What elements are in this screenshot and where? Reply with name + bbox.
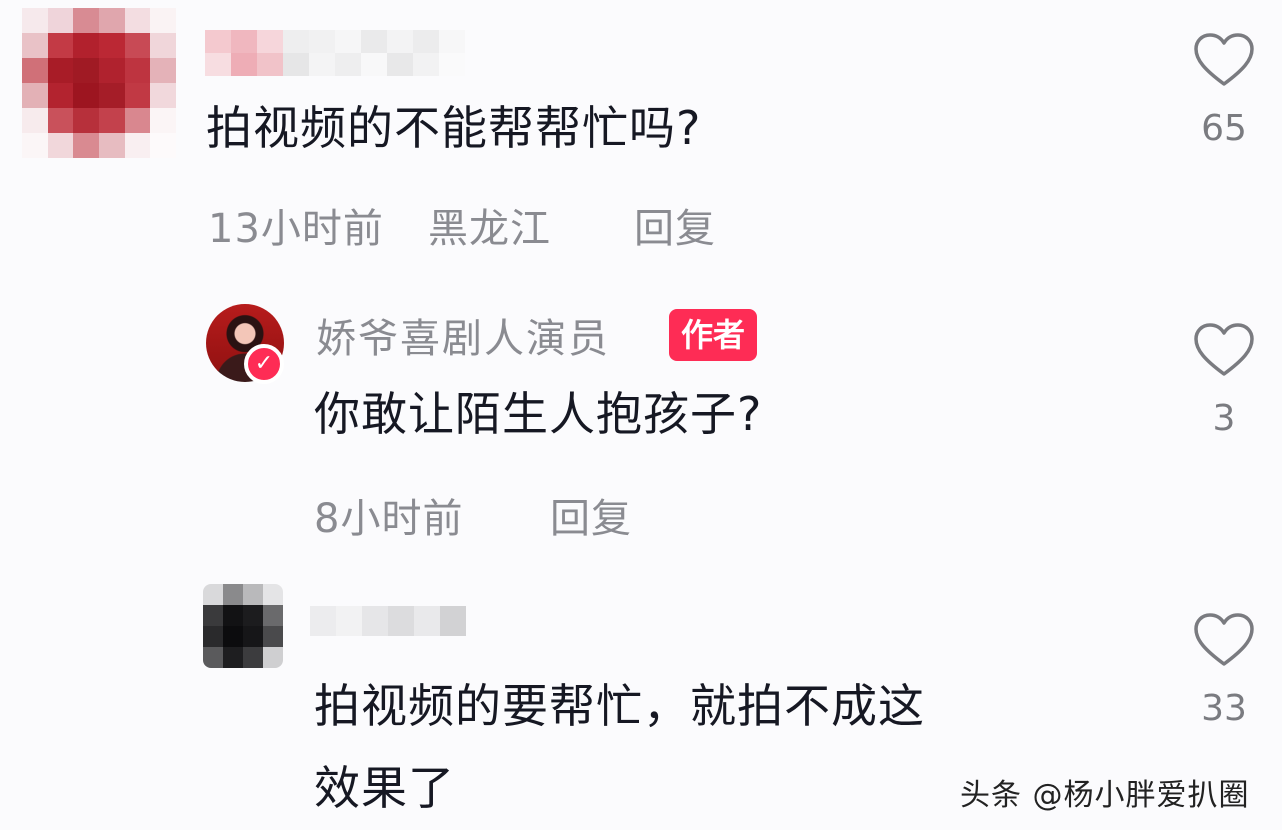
blurred-username[interactable]	[310, 606, 466, 636]
like-count: 3	[1212, 398, 1236, 439]
watermark: 头条 @杨小胖爱扒圈	[960, 778, 1250, 813]
like-count: 65	[1201, 108, 1247, 149]
heart-icon[interactable]	[1193, 612, 1255, 668]
blurred-avatar[interactable]	[22, 8, 176, 158]
blurred-username[interactable]	[205, 30, 465, 76]
reply-button[interactable]: 回复	[550, 486, 632, 544]
verified-check-icon: ✓	[244, 344, 284, 384]
comment-time: 13小时前	[208, 206, 384, 252]
comment-text: 你敢让陌生人抱孩子?	[314, 387, 763, 441]
like-count: 33	[1201, 688, 1247, 729]
comment-text-line1: 拍视频的要帮忙，就拍不成这	[314, 679, 925, 733]
comment-text: 拍视频的不能帮帮忙吗?	[206, 101, 702, 155]
blurred-avatar[interactable]	[203, 584, 283, 668]
reply-button[interactable]: 回复	[634, 196, 716, 254]
author-username[interactable]: 娇爷喜剧人演员	[316, 306, 610, 364]
heart-icon[interactable]	[1193, 32, 1255, 88]
heart-icon[interactable]	[1193, 322, 1255, 378]
comment-time: 8小时前	[314, 496, 464, 542]
comment-text-line2: 效果了	[314, 761, 455, 815]
comment-location: 黑龙江	[428, 206, 551, 252]
author-badge: 作者	[669, 309, 758, 361]
